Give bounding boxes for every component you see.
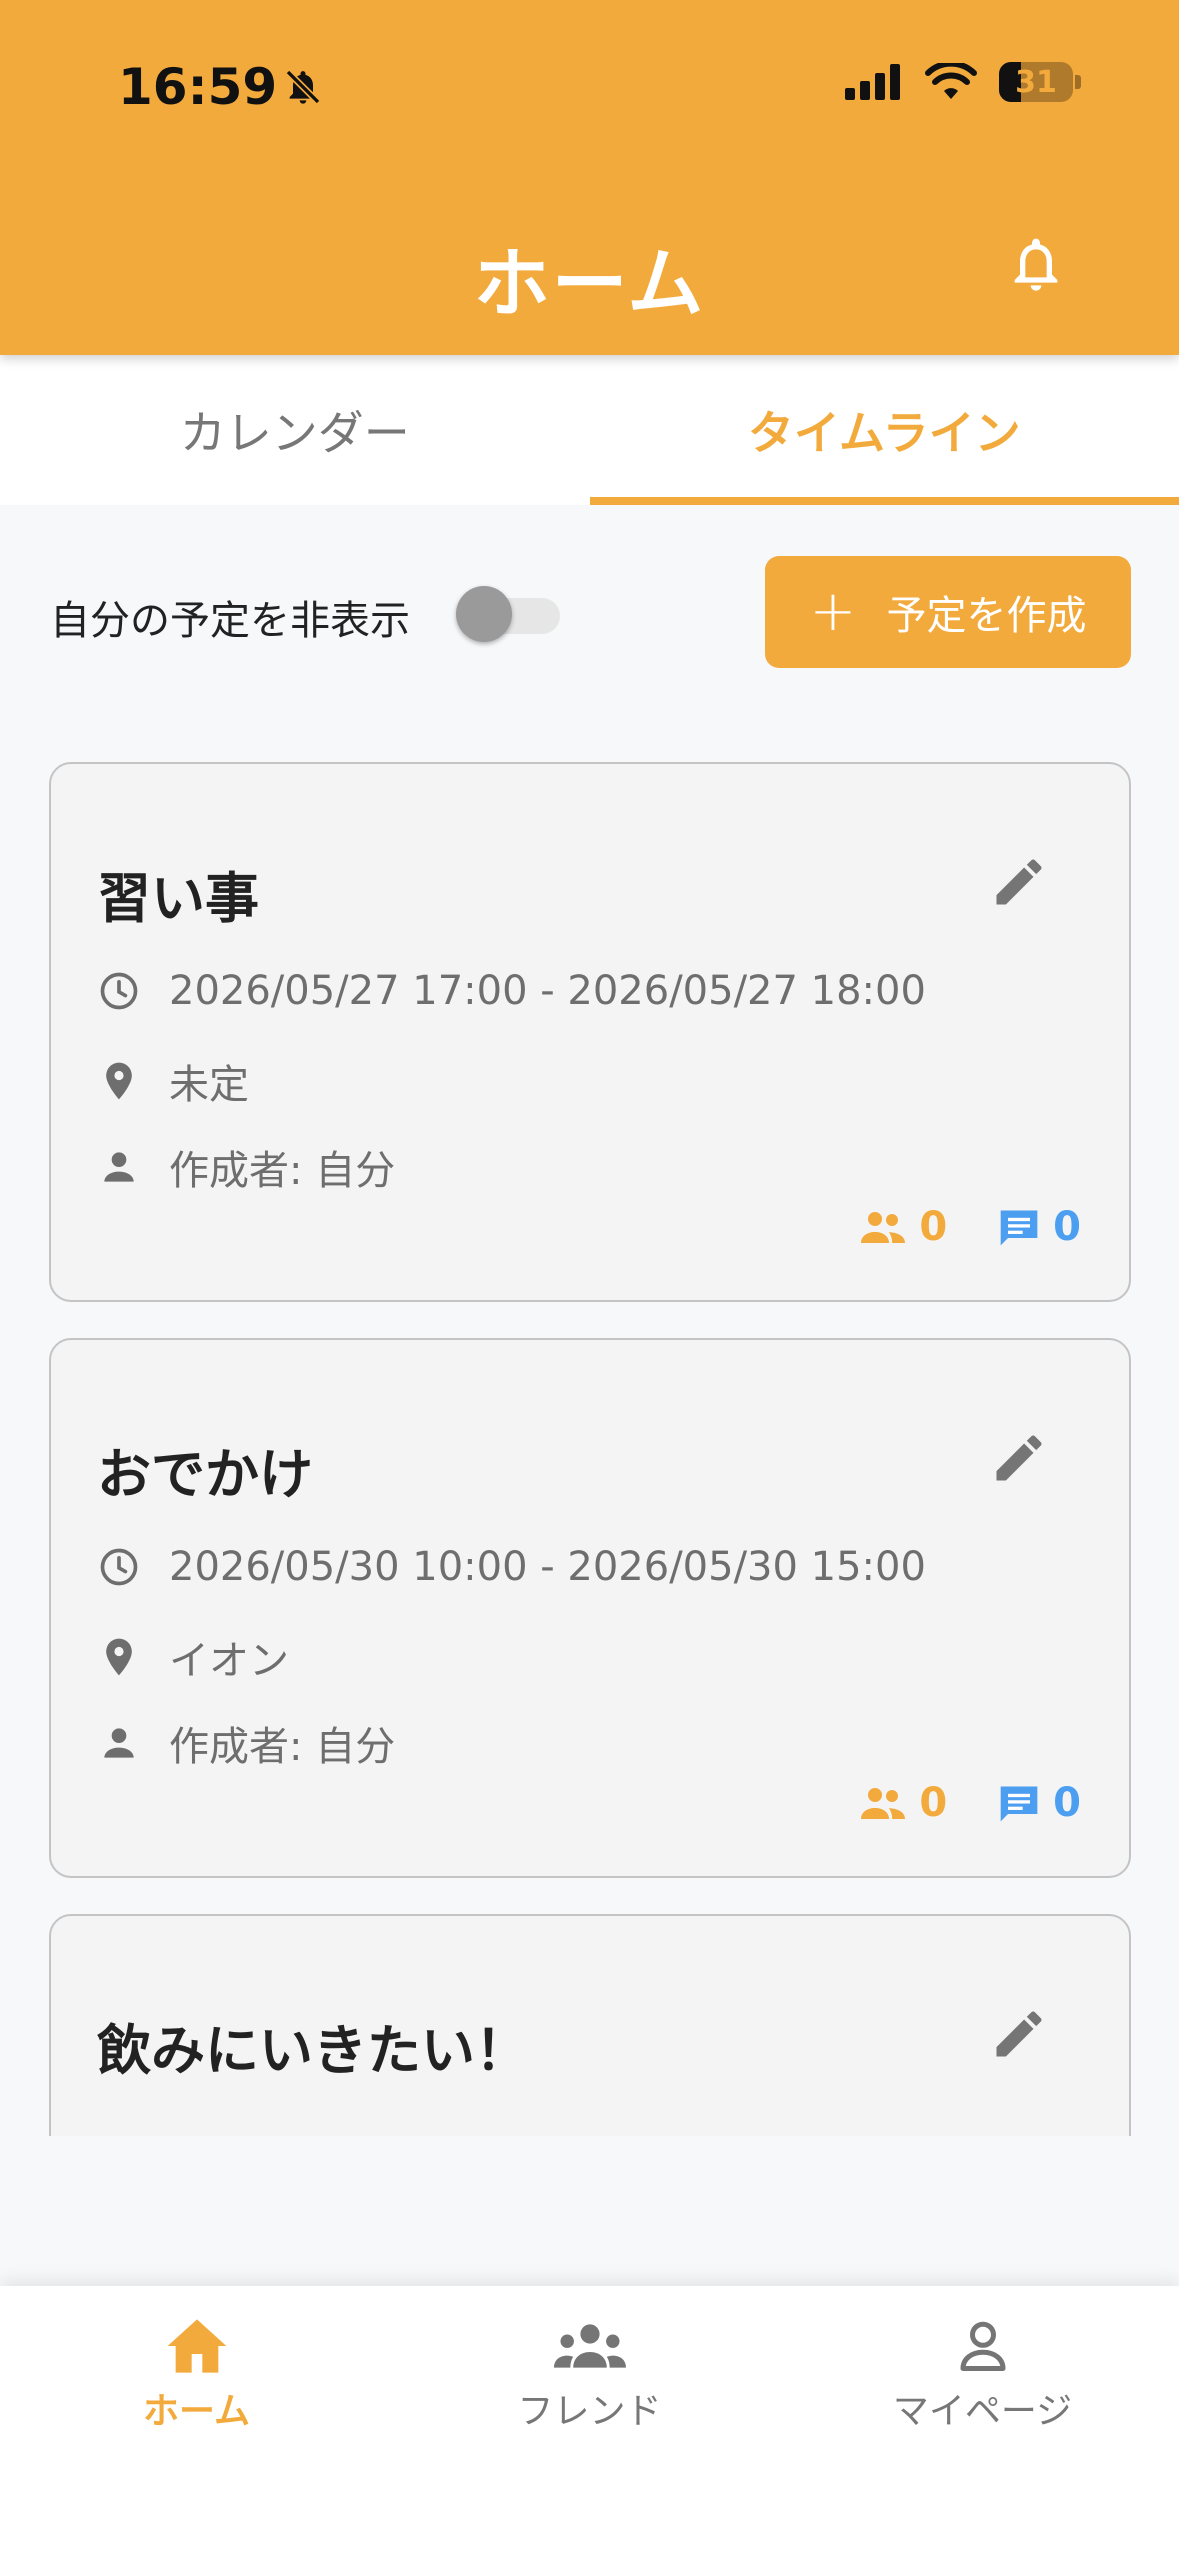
app-header: 16:59 31 ホーム bbox=[0, 0, 1179, 355]
hide-own-events-label: 自分の予定を非表示 bbox=[50, 598, 410, 644]
event-location: イオン bbox=[169, 1638, 289, 1684]
event-creator: 作成者: 自分 bbox=[169, 1724, 396, 1770]
event-time: 2026/05/30 10:00 - 2026/05/30 15:00 bbox=[169, 1544, 926, 1590]
comment-count-value: 0 bbox=[1053, 1780, 1081, 1826]
event-creator-row: 作成者: 自分 bbox=[97, 1714, 395, 1772]
tab-calendar[interactable]: カレンダー bbox=[0, 355, 590, 505]
notification-button[interactable] bbox=[1004, 232, 1068, 300]
toggle-knob bbox=[456, 586, 512, 642]
clock-icon bbox=[100, 972, 138, 1010]
event-time-row: 2026/05/30 10:00 - 2026/05/30 15:00 bbox=[97, 1544, 926, 1590]
status-time: 16:59 bbox=[118, 58, 323, 116]
location-pin-icon bbox=[106, 1638, 132, 1676]
edit-event-button[interactable] bbox=[989, 1428, 1049, 1492]
silent-bell-icon bbox=[285, 69, 321, 105]
event-creator-row: 作成者: 自分 bbox=[97, 1138, 395, 1196]
participant-count[interactable]: 0 bbox=[859, 1780, 947, 1826]
event-title: 習い事 bbox=[97, 867, 259, 930]
view-tabs: カレンダー タイムライン bbox=[0, 355, 1179, 505]
participant-count-value: 0 bbox=[919, 1780, 948, 1826]
event-time-row: 2026/05/27 17:00 - 2026/05/27 18:00 bbox=[97, 968, 926, 1014]
comment-count[interactable]: 0 bbox=[997, 1780, 1081, 1826]
participant-count-value: 0 bbox=[919, 1204, 948, 1250]
battery-indicator: 31 bbox=[999, 62, 1081, 102]
participant-count[interactable]: 0 bbox=[859, 1204, 947, 1250]
comment-count[interactable]: 0 bbox=[997, 1204, 1081, 1250]
person-icon bbox=[104, 1728, 134, 1758]
event-counts: 0 0 bbox=[859, 1204, 1081, 1250]
bell-icon bbox=[1014, 238, 1058, 291]
page-title: ホーム bbox=[473, 239, 706, 328]
battery-level: 31 bbox=[1015, 64, 1057, 100]
comment-count-value: 0 bbox=[1053, 1204, 1081, 1250]
create-event-button[interactable]: + 予定を作成 bbox=[765, 556, 1131, 668]
nav-home[interactable]: ホーム bbox=[0, 2286, 393, 2556]
hide-own-events-toggle[interactable] bbox=[456, 584, 564, 642]
tab-timeline[interactable]: タイムライン bbox=[589, 355, 1179, 505]
event-card[interactable]: 飲みにいきたい！ bbox=[49, 1914, 1131, 2136]
nav-friends[interactable]: フレンド bbox=[393, 2286, 786, 2556]
comment-icon bbox=[1000, 1786, 1038, 1822]
pencil-icon bbox=[996, 859, 1042, 905]
event-time: 2026/05/27 17:00 - 2026/05/27 18:00 bbox=[169, 968, 926, 1014]
person-icon bbox=[960, 2321, 1005, 2371]
friends-icon bbox=[553, 2324, 626, 2368]
bottom-navigation: ホーム フレンド マイページ bbox=[0, 2286, 1179, 2556]
event-card[interactable]: 習い事 2026/05/27 17:00 - 2026/05/27 18:00 … bbox=[49, 762, 1131, 1302]
event-location-row: 未定 bbox=[97, 1052, 249, 1110]
pencil-icon bbox=[996, 2011, 1042, 2057]
comment-icon bbox=[1000, 1210, 1038, 1246]
home-icon bbox=[167, 2319, 226, 2373]
status-time-text: 16:59 bbox=[118, 58, 278, 116]
status-icons: 31 bbox=[845, 62, 1081, 102]
person-icon bbox=[104, 1152, 134, 1182]
edit-event-button[interactable] bbox=[989, 2004, 1049, 2068]
event-location: 未定 bbox=[169, 1062, 249, 1108]
nav-friends-label: フレンド bbox=[517, 2391, 662, 2432]
event-title: おでかけ bbox=[97, 1443, 313, 1506]
signal-icon bbox=[845, 64, 900, 100]
event-title: 飲みにいきたい！ bbox=[97, 2019, 529, 2082]
event-counts: 0 0 bbox=[859, 1780, 1081, 1826]
event-list[interactable]: 習い事 2026/05/27 17:00 - 2026/05/27 18:00 … bbox=[0, 720, 1179, 2136]
location-pin-icon bbox=[106, 1062, 132, 1100]
event-card[interactable]: おでかけ 2026/05/30 10:00 - 2026/05/30 15:00… bbox=[49, 1338, 1131, 1878]
edit-event-button[interactable] bbox=[989, 852, 1049, 916]
event-creator: 作成者: 自分 bbox=[169, 1148, 396, 1194]
nav-mypage-label: マイページ bbox=[892, 2391, 1073, 2432]
battery-icon: 31 bbox=[999, 62, 1073, 102]
create-event-label: 予定を作成 bbox=[886, 593, 1087, 639]
nav-home-label: ホーム bbox=[143, 2391, 250, 2432]
wifi-icon bbox=[925, 63, 977, 99]
people-icon bbox=[861, 1788, 906, 1819]
event-location-row: イオン bbox=[97, 1628, 289, 1686]
home-screen: 16:59 31 ホーム カレンダー タイムライン 自分の予定を非表示 + 予定… bbox=[0, 0, 1179, 2556]
people-icon bbox=[861, 1212, 906, 1243]
nav-mypage[interactable]: マイページ bbox=[786, 2286, 1179, 2556]
plus-icon: + bbox=[809, 579, 857, 644]
pencil-icon bbox=[996, 1435, 1042, 1481]
clock-icon bbox=[100, 1548, 138, 1586]
